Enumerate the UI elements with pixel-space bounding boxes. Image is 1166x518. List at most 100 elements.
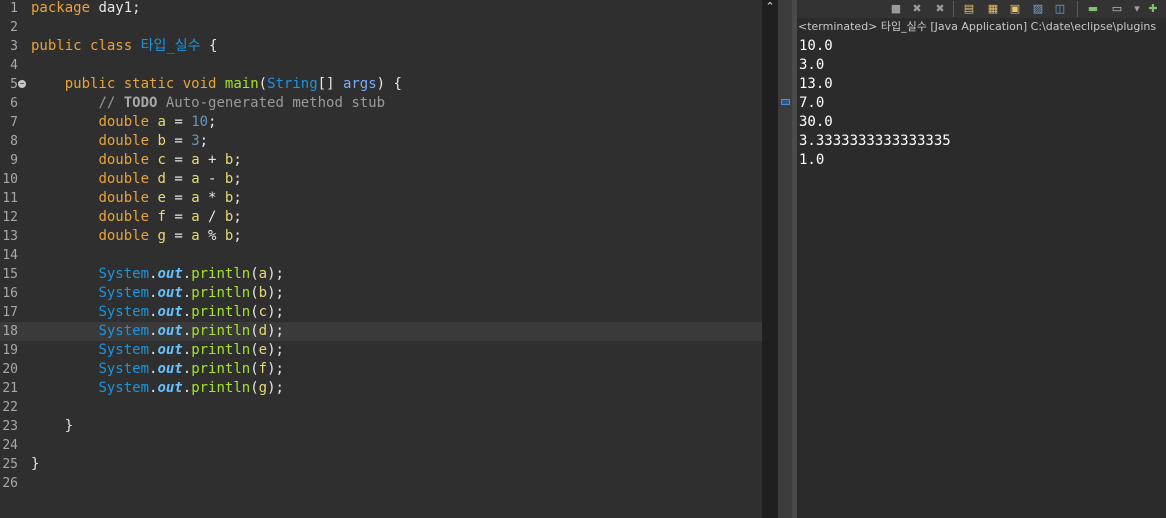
code-editor[interactable]: 1 package day1; 2 3 public class 타입_실수 {4 5− … <box>0 0 762 518</box>
console-output-line: 7.0 <box>799 95 825 111</box>
code-line-2[interactable]: 2 <box>0 18 762 37</box>
line-number: 3 <box>10 39 18 54</box>
terminate-icon[interactable]: ■ <box>889 2 903 16</box>
code-line-19[interactable]: 19 System.out.println(e); <box>0 341 762 360</box>
line-number: 15 <box>2 267 18 282</box>
code-line-11[interactable]: 11 double e = a * b; <box>0 189 762 208</box>
line-number: 14 <box>2 248 18 263</box>
code-text: double b = 3; <box>98 133 209 149</box>
code-line-4[interactable]: 4 <box>0 56 762 75</box>
code-line-18[interactable]: 18 System.out.println(d); <box>0 322 762 341</box>
code-text: public static void main(String[] args) { <box>64 76 402 92</box>
code-text: } <box>31 418 74 434</box>
code-line-12[interactable]: 12 double f = a / b; <box>0 208 762 227</box>
code-text: System.out.println(c); <box>98 304 284 320</box>
code-text: System.out.println(f); <box>98 361 284 377</box>
code-line-24[interactable]: 24 <box>0 436 762 455</box>
console-output-line: 10.0 <box>799 38 833 54</box>
code-line-22[interactable]: 22 <box>0 398 762 417</box>
line-number: 1 <box>10 1 18 16</box>
code-line-26[interactable]: 26 <box>0 474 762 493</box>
code-text: System.out.println(e); <box>98 342 284 358</box>
code-text: double g = a % b; <box>98 228 242 244</box>
console-toolbar: ■ ✖ ✖ ▤ ▦ ▣ ▨ ◫ ▬ ▭ ▾ ✚ <box>797 0 1166 18</box>
line-number: 25 <box>2 457 18 472</box>
line-number: 17 <box>2 305 18 320</box>
editor-overview-ruler[interactable] <box>762 0 778 518</box>
line-number: 20 <box>2 362 18 377</box>
toolbar-separator <box>1077 1 1078 17</box>
line-number: 11 <box>2 191 18 206</box>
console-output-line: 1.0 <box>799 152 825 168</box>
code-text: System.out.println(d); <box>98 323 284 339</box>
code-line-8[interactable]: 8 double b = 3; <box>0 132 762 151</box>
code-line-13[interactable]: 13 double g = a % b; <box>0 227 762 246</box>
code-text: double c = a + b; <box>98 152 242 168</box>
line-number: 18 <box>2 324 18 339</box>
line-number: 4 <box>10 58 18 73</box>
console-output-line: 3.0 <box>799 57 825 73</box>
code-line-20[interactable]: 20 System.out.println(f); <box>0 360 762 379</box>
code-line-14[interactable]: 14 <box>0 246 762 265</box>
code-line-9[interactable]: 9 double c = a + b; <box>0 151 762 170</box>
line-number: 9 <box>10 153 18 168</box>
code-text: double d = a - b; <box>98 171 242 187</box>
code-line-25[interactable]: 25} <box>0 455 762 474</box>
code-text: public class 타입_실수 { <box>31 38 218 54</box>
line-number: 10 <box>2 172 18 187</box>
show-on-output-icon[interactable]: ▣ <box>1008 2 1022 16</box>
code-text: double f = a / b; <box>98 209 242 225</box>
remove-launch-icon[interactable]: ✖ <box>910 2 924 16</box>
code-text: System.out.println(b); <box>98 285 284 301</box>
code-line-3[interactable]: 3 public class 타입_실수 { <box>0 37 762 56</box>
code-line-6[interactable]: 6 // TODO Auto-generated method stub <box>0 94 762 113</box>
console-menu-chevron-icon[interactable]: ▾ <box>1130 2 1144 16</box>
remove-all-terminated-icon[interactable]: ✖ <box>933 2 947 16</box>
code-line-17[interactable]: 17 System.out.println(c); <box>0 303 762 322</box>
code-text: package day1; <box>31 0 141 16</box>
code-line-7[interactable]: 7 double a = 10; <box>0 113 762 132</box>
line-number: 7 <box>10 115 18 130</box>
code-text: // TODO Auto-generated method stub <box>98 95 386 111</box>
line-number: 24 <box>2 438 18 453</box>
code-text: double e = a * b; <box>98 190 242 206</box>
line-number: 23 <box>2 419 18 434</box>
line-number: 13 <box>2 229 18 244</box>
code-line-5[interactable]: 5− public static void main(String[] args… <box>0 75 762 94</box>
console-output-line: 3.3333333333333335 <box>799 133 951 149</box>
code-line-1[interactable]: 1 package day1; <box>0 0 762 18</box>
annotation-marker[interactable] <box>781 99 790 105</box>
scroll-lock-icon[interactable]: ▤ <box>962 2 976 16</box>
console-view: ■ ✖ ✖ ▤ ▦ ▣ ▨ ◫ ▬ ▭ ▾ ✚ <terminated> 타입_실수 [Java Ap… <box>797 0 1166 518</box>
line-number: 22 <box>2 400 18 415</box>
line-number: 16 <box>2 286 18 301</box>
code-text: } <box>31 456 40 472</box>
show-on-error-icon[interactable]: ▨ <box>1031 2 1045 16</box>
code-line-23[interactable]: 23 } <box>0 417 762 436</box>
line-number: 2 <box>10 20 18 35</box>
scroll-up-icon[interactable]: ⌃ <box>762 0 778 14</box>
console-status-label: <terminated> 타입_실수 [Java Application] C:… <box>798 20 1157 33</box>
word-wrap-icon[interactable]: ▦ <box>986 2 1000 16</box>
open-console-icon[interactable]: ▭ <box>1110 2 1124 16</box>
line-number: 6 <box>10 96 18 111</box>
code-text: System.out.println(a); <box>98 266 284 282</box>
line-number: 19 <box>2 343 18 358</box>
code-line-21[interactable]: 21 System.out.println(g); <box>0 379 762 398</box>
display-console-icon[interactable]: ▬ <box>1086 2 1100 16</box>
fold-collapse-icon[interactable]: − <box>18 80 26 88</box>
code-line-16[interactable]: 16 System.out.println(b); <box>0 284 762 303</box>
code-line-15[interactable]: 15 System.out.println(a); <box>0 265 762 284</box>
console-output-line: 30.0 <box>799 114 833 130</box>
new-console-icon[interactable]: ✚ <box>1146 2 1160 16</box>
line-number: 5 <box>10 77 18 92</box>
line-number: 21 <box>2 381 18 396</box>
annotation-ruler[interactable] <box>778 0 792 518</box>
code-text: double a = 10; <box>98 114 217 130</box>
line-number: 26 <box>2 476 18 491</box>
code-line-10[interactable]: 10 double d = a - b; <box>0 170 762 189</box>
console-output-line: 13.0 <box>799 76 833 92</box>
pin-console-icon[interactable]: ◫ <box>1053 2 1067 16</box>
toolbar-separator <box>953 1 954 17</box>
line-number: 8 <box>10 134 18 149</box>
